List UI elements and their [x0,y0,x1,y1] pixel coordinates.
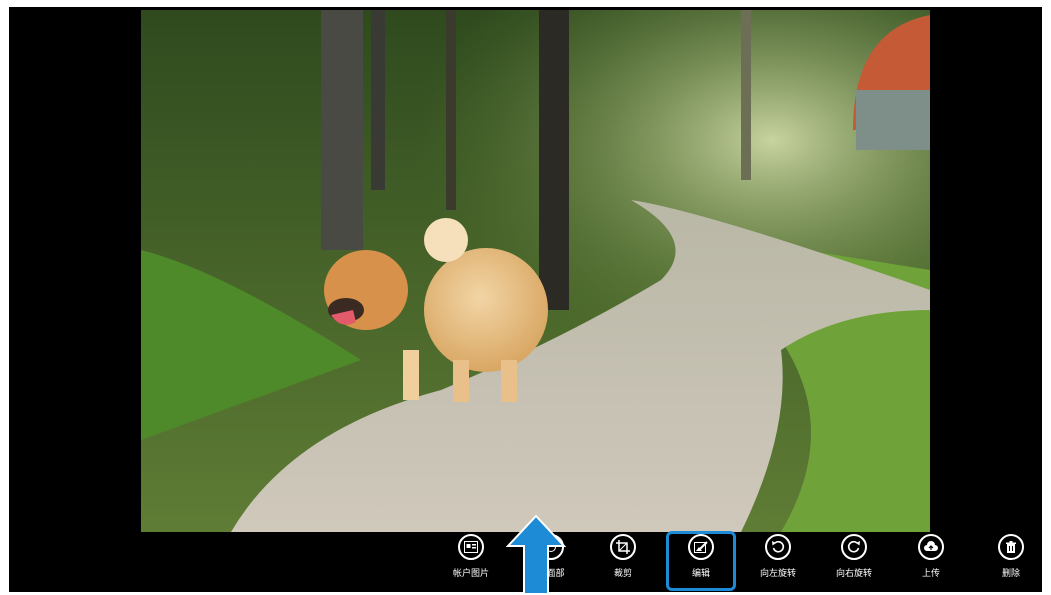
rotate-left-label: 向左旋转 [759,569,796,579]
account-picture-icon [458,534,484,560]
crop-button[interactable]: 裁剪 [591,534,655,588]
account-picture-button[interactable]: 帐户图片 [439,534,503,588]
rotate-right-icon [841,534,867,560]
upload-button[interactable]: 上传 [899,534,963,588]
edit-label: 编辑 [691,569,710,579]
photo-viewer-screen: 帐户图片 …面部 裁剪 编辑 向左旋转 向右旋转 上传 删除 [9,7,1043,594]
account-picture-label: 帐户图片 [452,569,489,579]
delete-button[interactable]: 删除 [979,534,1043,588]
upload-label: 上传 [921,569,940,579]
photo-display[interactable] [141,10,930,532]
edit-icon [688,534,714,560]
crop-icon [610,534,636,560]
delete-icon [998,534,1024,560]
rotate-left-button[interactable]: 向左旋转 [746,534,810,588]
rotate-left-icon [765,534,791,560]
rotate-right-label: 向右旋转 [835,569,872,579]
delete-label: 删除 [1001,569,1020,579]
dog-photo-image [141,10,930,532]
edit-button[interactable]: 编辑 [669,534,733,588]
up-arrow-indicator [506,514,566,594]
upload-icon [918,534,944,560]
rotate-right-button[interactable]: 向右旋转 [822,534,886,588]
crop-label: 裁剪 [613,569,632,579]
